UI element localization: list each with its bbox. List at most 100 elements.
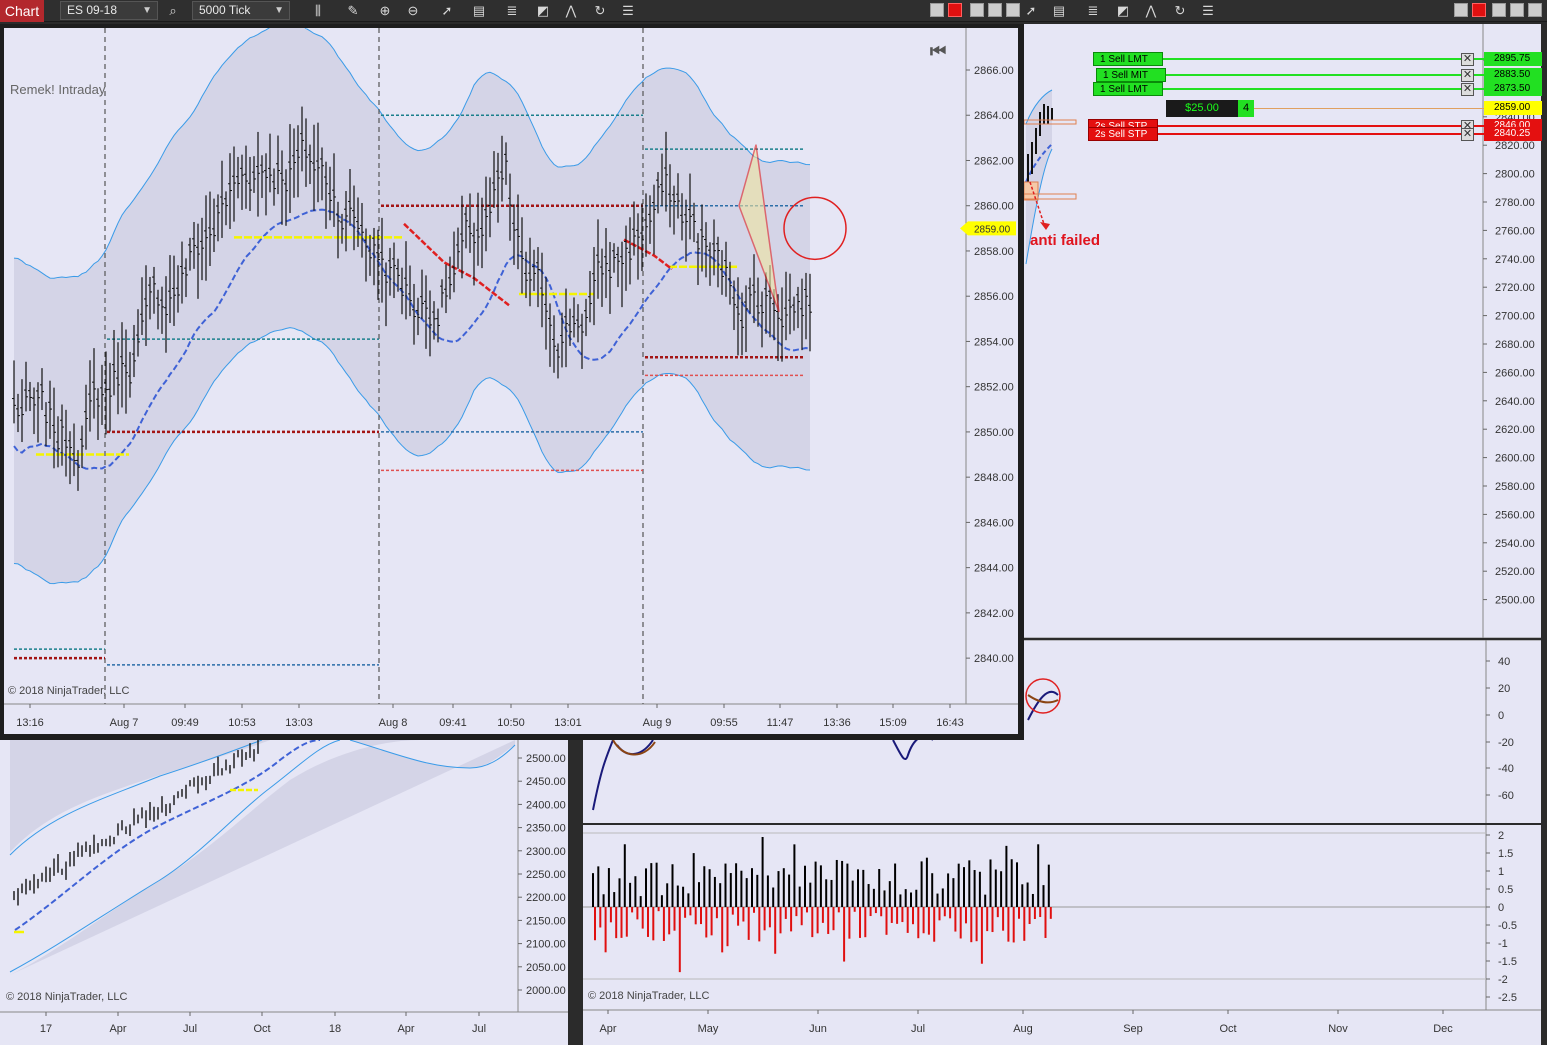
drawing-tools-icon[interactable]: ⋀ xyxy=(562,2,580,20)
window-minimize-button[interactable] xyxy=(1454,3,1468,17)
cancel-order-icon[interactable]: ✕ xyxy=(1461,83,1474,96)
y-tick-label: 2720.00 xyxy=(1495,282,1535,294)
x-tick-label: 13:03 xyxy=(285,717,313,729)
y-tick-label: -0.5 xyxy=(1498,920,1517,932)
instrument-selector[interactable]: ES 09-18 ▼ xyxy=(60,1,158,20)
order-price-tag: 2840.25 xyxy=(1484,127,1542,141)
window-maximize-button[interactable] xyxy=(1510,3,1524,17)
x-tick-label: 17 xyxy=(40,1023,52,1035)
interval-selector[interactable]: 5000 Tick ▼ xyxy=(192,1,290,20)
order-type: Sell STP xyxy=(1108,129,1148,140)
position-qty[interactable]: 4 xyxy=(1238,100,1254,117)
pointer-icon[interactable]: ➚ xyxy=(1022,2,1040,20)
window-close-button[interactable] xyxy=(1528,3,1542,17)
main-chart-canvas: 2866.00 2864.00 2862.00 2860.00 2858.00 2856.… xyxy=(4,28,1018,734)
reload-icon[interactable]: ↻ xyxy=(1171,2,1189,20)
reload-icon[interactable]: ↻ xyxy=(591,2,609,20)
y-tick-label: 2350.00 xyxy=(526,823,566,835)
scroll-to-end-icon[interactable]: ⏮ xyxy=(930,40,950,62)
x-tick-label: 10:50 xyxy=(497,717,525,729)
indicators-icon[interactable]: ≣ xyxy=(1084,2,1102,20)
zoom-out-icon[interactable]: ⊖ xyxy=(404,2,422,20)
y-tick-label: -40 xyxy=(1498,763,1514,775)
pencil-icon[interactable]: ✎ xyxy=(344,2,362,20)
order-line[interactable] xyxy=(1159,58,1484,60)
cancel-order-icon[interactable]: ✕ xyxy=(1461,53,1474,66)
window-close-red-button[interactable] xyxy=(948,3,962,17)
y-tick-label: 2580.00 xyxy=(1495,481,1535,493)
window-restore-button[interactable] xyxy=(970,3,984,17)
y-tick-label: 2848.00 xyxy=(974,472,1014,484)
x-tick-label: Aug 7 xyxy=(110,717,139,729)
y-tick-label: 2620.00 xyxy=(1495,424,1535,436)
y-tick-label: 2780.00 xyxy=(1495,197,1535,209)
zoom-in-icon[interactable]: ⊕ xyxy=(376,2,394,20)
order-tag[interactable]: 2s Sell STP xyxy=(1088,127,1158,141)
indicators-icon[interactable]: ≣ xyxy=(503,2,521,20)
order-line[interactable] xyxy=(1154,125,1484,127)
x-tick-label: 13:01 xyxy=(554,717,582,729)
bar-style-icon[interactable]: ⫼ xyxy=(309,2,327,20)
pointer-icon[interactable]: ➚ xyxy=(438,2,456,20)
bottom-left-price-chart[interactable]: 2500.00 2450.00 2400.00 2350.00 2300.00 2250.… xyxy=(0,740,568,1045)
chart-tab[interactable]: Chart xyxy=(0,0,44,22)
copyright-text: © 2018 NinjaTrader, LLC xyxy=(6,991,128,1003)
x-tick-label: Apr xyxy=(599,1023,616,1035)
y-tick-label: 2846.00 xyxy=(974,517,1014,529)
cancel-order-icon[interactable]: ✕ xyxy=(1461,128,1474,141)
order-line[interactable] xyxy=(1162,74,1484,76)
y-tick-label: 2864.00 xyxy=(974,110,1014,122)
right-price-chart[interactable]: 2880.002860.002840.002820.002800.002780.… xyxy=(1024,24,1541,638)
x-tick-label: 09:41 xyxy=(439,717,467,729)
properties-icon[interactable]: ☰ xyxy=(1199,2,1217,20)
order-tag[interactable]: 1 Sell LMT xyxy=(1093,82,1163,96)
x-tick-label: 13:36 xyxy=(823,717,851,729)
chevron-down-icon: ▼ xyxy=(142,5,152,16)
data-box-icon[interactable]: ▤ xyxy=(1050,2,1068,20)
cancel-order-icon[interactable]: ✕ xyxy=(1461,69,1474,82)
y-tick-label: 2540.00 xyxy=(1495,538,1535,550)
chart-toolbar: Chart ES 09-18 ▼ ⌕ 5000 Tick ▼ ⫼ ✎ ⊕ ⊖ ➚… xyxy=(0,0,1547,22)
window-close-button[interactable] xyxy=(1006,3,1020,17)
strategies-icon[interactable]: ◩ xyxy=(1114,2,1132,20)
y-tick-label: 2680.00 xyxy=(1495,339,1535,351)
data-box-icon[interactable]: ▤ xyxy=(470,2,488,20)
y-tick-label: 2700.00 xyxy=(1495,311,1535,323)
y-tick-label: 2500.00 xyxy=(1495,595,1535,607)
window-minimize-button[interactable] xyxy=(930,3,944,17)
order-line[interactable] xyxy=(1154,133,1484,135)
strategies-icon[interactable]: ◩ xyxy=(534,2,552,20)
oscillator-line xyxy=(592,735,934,811)
order-type: Sell LMT xyxy=(1108,54,1148,65)
position-line xyxy=(1254,108,1484,109)
y-tick-label: 2850.00 xyxy=(974,427,1014,439)
y-tick-label: 2660.00 xyxy=(1495,367,1535,379)
y-tick-label: 2840.00 xyxy=(974,653,1014,665)
y-tick-label: 2854.00 xyxy=(974,336,1014,348)
search-icon[interactable]: ⌕ xyxy=(164,2,182,20)
window-maximize-button[interactable] xyxy=(988,3,1002,17)
window-close-red-button[interactable] xyxy=(1472,3,1486,17)
y-tick-label: -1.5 xyxy=(1498,956,1517,968)
y-tick-label: 0.5 xyxy=(1498,884,1513,896)
oscillator-line xyxy=(1027,690,1059,721)
drawing-tools-icon[interactable]: ⋀ xyxy=(1142,2,1160,20)
y-tick-label: 2858.00 xyxy=(974,246,1014,258)
order-qty: 2s xyxy=(1095,129,1109,140)
position-pnl[interactable]: $25.00 xyxy=(1166,100,1238,117)
current-price-label: 2859.00 xyxy=(974,224,1011,235)
y-tick-label: 2400.00 xyxy=(526,799,566,811)
window-restore-button[interactable] xyxy=(1492,3,1506,17)
properties-icon[interactable]: ☰ xyxy=(619,2,637,20)
main-price-chart[interactable]: 2866.00 2864.00 2862.00 2860.00 2858.00 2856.… xyxy=(4,28,1018,734)
order-line[interactable] xyxy=(1159,88,1484,90)
order-tag[interactable]: 1 Sell MIT xyxy=(1096,68,1166,82)
y-tick-label: 2000.00 xyxy=(526,985,566,997)
order-tag[interactable]: 1 Sell LMT xyxy=(1093,52,1163,66)
x-tick-label: 15:09 xyxy=(879,717,907,729)
y-tick-label: -2.5 xyxy=(1498,992,1517,1004)
order-type: Sell LMT xyxy=(1108,84,1148,95)
y-tick-label: 2852.00 xyxy=(974,382,1014,394)
histogram-panel[interactable]: 2 1.5 1 0.5 0 -0.5 -1 -1.5 -2 -2.5 Apr May Jun Jul Aug… xyxy=(583,825,1541,1045)
y-tick-label: 20 xyxy=(1498,683,1510,695)
